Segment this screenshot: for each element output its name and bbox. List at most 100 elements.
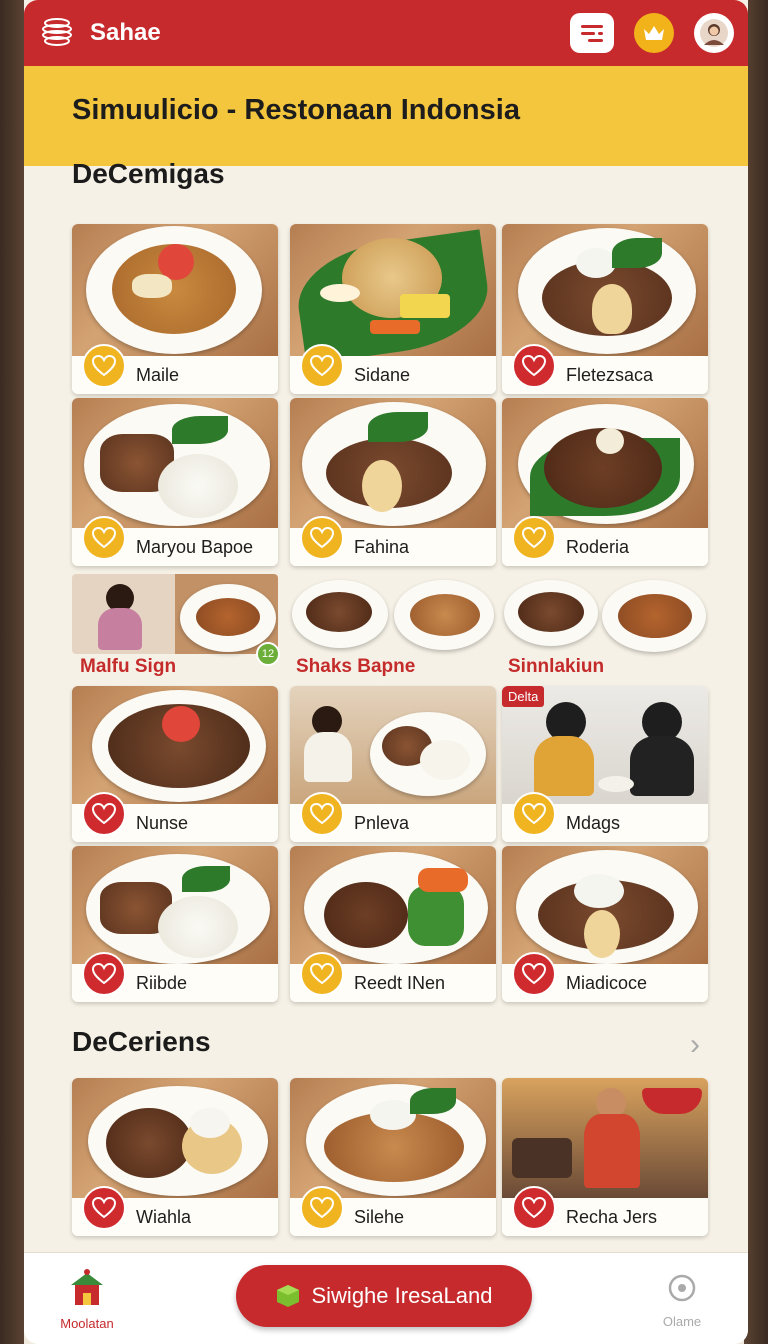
dish-card[interactable]: Roderia	[502, 398, 708, 566]
dish-card[interactable]: Silehe	[290, 1078, 496, 1236]
main-cta-button[interactable]: Siwighe IresaLand	[236, 1265, 532, 1327]
dish-name: Miadicoce	[566, 972, 648, 993]
favorite-button[interactable]	[300, 792, 344, 836]
chat-icon	[668, 1274, 696, 1302]
crown-icon	[644, 26, 664, 40]
heart-icon	[92, 527, 116, 549]
heart-icon	[92, 963, 116, 985]
favorite-button[interactable]	[82, 344, 126, 388]
dish-name: Maile	[136, 364, 180, 385]
section-title-1: DeCemigas	[72, 158, 225, 189]
dish-name: Maryou Bapoe	[136, 536, 254, 557]
dish-photo	[290, 1078, 496, 1198]
favorite-button[interactable]	[300, 344, 344, 388]
mini-label: Shaks Bapne	[296, 656, 416, 677]
nav-more[interactable]: Olame	[652, 1273, 712, 1329]
dish-card[interactable]: Nunse	[72, 686, 278, 842]
dish-name: Sidane	[354, 364, 411, 385]
favorite-button[interactable]	[82, 792, 126, 836]
lantern-icon[interactable]	[38, 14, 76, 52]
heart-icon	[522, 963, 546, 985]
dish-card[interactable]: Fletezsaca	[502, 224, 708, 394]
restaurant-house-icon	[71, 1269, 103, 1305]
chevron-right-icon[interactable]: ›	[690, 1028, 700, 1062]
dish-photo	[502, 846, 708, 966]
page-title: Simuulicio - Restonaan Indonsia	[72, 94, 520, 126]
dish-photo	[72, 224, 278, 356]
dish-photo	[72, 398, 278, 528]
dish-name: Nunse	[136, 812, 189, 833]
dish-card[interactable]: Recha Jers	[502, 1078, 708, 1236]
heart-icon	[92, 803, 116, 825]
favorite-button[interactable]	[512, 952, 556, 996]
dish-name: Fahina	[354, 536, 410, 557]
favorite-button[interactable]	[512, 792, 556, 836]
filter-icon	[581, 25, 603, 42]
heart-icon	[522, 527, 546, 549]
mini-label: Malfu Sign	[80, 656, 177, 677]
heart-icon	[310, 963, 334, 985]
dish-name: Riibde	[136, 972, 188, 993]
dish-card[interactable]: Maryou Bapoe	[72, 398, 278, 566]
cube-icon	[277, 1285, 300, 1307]
heart-icon	[522, 803, 546, 825]
dish-name: Reedt INen	[354, 972, 446, 993]
nav-home[interactable]: Moolatan	[52, 1267, 122, 1331]
heart-icon	[310, 527, 334, 549]
avatar-icon	[700, 19, 728, 47]
dish-photo	[72, 1078, 278, 1198]
bottom-nav: Moolatan Siwighe IresaLand Olame	[24, 1252, 748, 1344]
dish-photo	[290, 224, 496, 365]
restaurant-photo[interactable]	[72, 574, 278, 654]
dish-name: Roderia	[566, 536, 630, 557]
dish-card[interactable]: Miadicoce	[502, 846, 708, 1002]
crown-button[interactable]	[634, 13, 674, 53]
section-title-2: DeCeriens	[72, 1026, 211, 1057]
heart-icon	[310, 803, 334, 825]
favorite-button[interactable]	[82, 952, 126, 996]
dish-name: Recha Jers	[566, 1206, 658, 1227]
dish-card[interactable]: Pnleva	[290, 686, 496, 842]
dish-card[interactable]: Reedt INen	[290, 846, 496, 1002]
dish-photo	[290, 398, 496, 528]
dish-card[interactable]: Fahina	[290, 398, 496, 566]
favorite-button[interactable]	[82, 1186, 126, 1230]
favorite-button[interactable]	[512, 344, 556, 388]
heart-icon	[92, 1197, 116, 1219]
favorite-button[interactable]	[300, 952, 344, 996]
dish-card[interactable]: Riibde	[72, 846, 278, 1002]
dish-card[interactable]: Sidane	[290, 224, 496, 394]
dish-card[interactable]: Wiahla	[72, 1078, 278, 1236]
heart-icon	[522, 355, 546, 377]
app-name: Sahae	[90, 19, 161, 46]
top-bar: Sahae	[24, 0, 748, 66]
favorite-button[interactable]	[300, 1186, 344, 1230]
heart-icon	[92, 355, 116, 377]
count-badge: 12	[256, 642, 280, 666]
heart-icon	[522, 1197, 546, 1219]
favorite-button[interactable]	[512, 516, 556, 560]
favorite-button[interactable]	[512, 1186, 556, 1230]
dish-photo	[502, 398, 708, 528]
favorite-button[interactable]	[300, 516, 344, 560]
dish-photo-pair[interactable]	[502, 574, 708, 654]
dish-name: Mdags	[566, 812, 621, 833]
dish-card[interactable]: Maile	[72, 224, 278, 394]
dish-name: Fletezsaca	[566, 364, 654, 385]
dish-photo	[290, 846, 496, 966]
cta-label: Siwighe IresaLand	[311, 1283, 493, 1308]
dish-photo	[502, 224, 708, 356]
heart-icon	[310, 1197, 334, 1219]
favorite-button[interactable]	[82, 516, 126, 560]
dish-name: Wiahla	[136, 1206, 192, 1227]
filter-button[interactable]	[570, 13, 614, 53]
mini-label: Sinnlakiun	[508, 656, 605, 677]
dish-photo-pair[interactable]	[290, 574, 496, 654]
app-screen: Sahae Simuulicio - Restonaan Indonsia De…	[24, 0, 748, 1344]
avatar[interactable]	[694, 13, 734, 53]
dish-photo	[290, 686, 496, 806]
dish-photo	[72, 846, 278, 966]
dish-photo	[72, 686, 278, 806]
heart-icon	[310, 355, 334, 377]
dish-card[interactable]: Delta Mdags	[502, 686, 708, 842]
